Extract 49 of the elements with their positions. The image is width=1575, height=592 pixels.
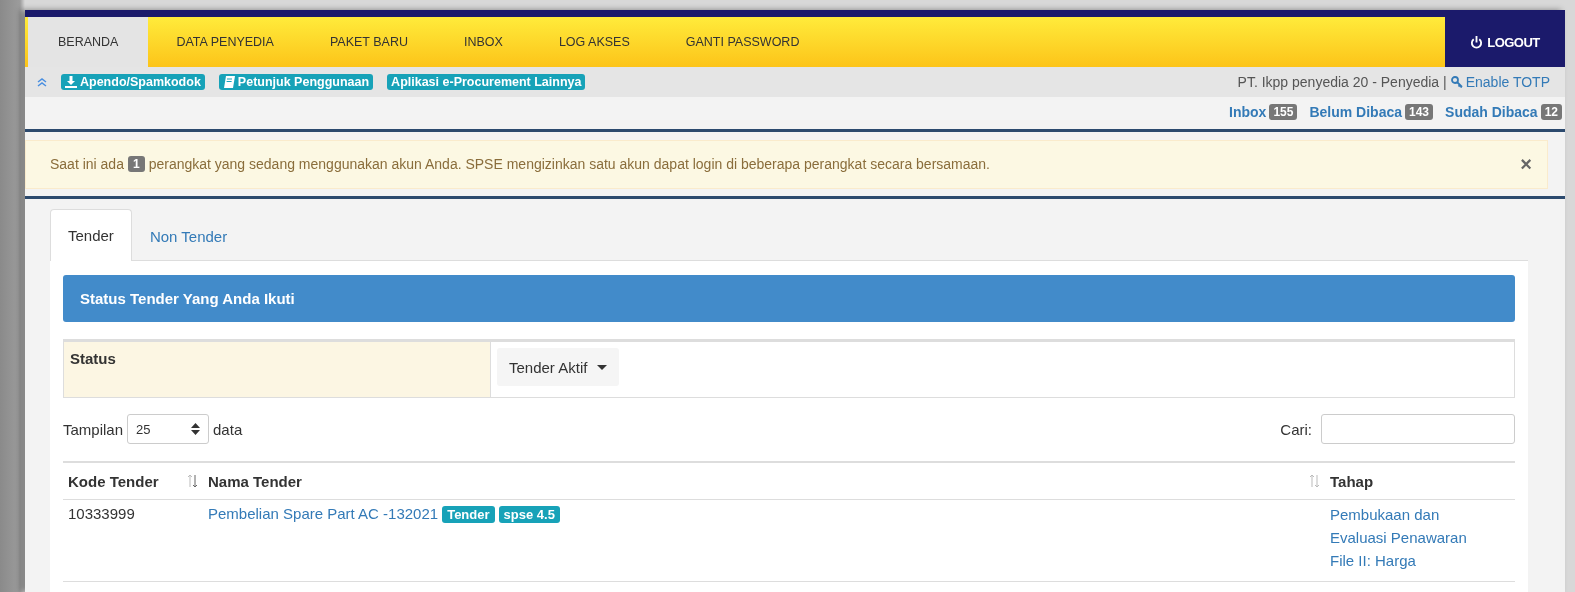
nav-tab[interactable]: GANTI PASSWORD	[657, 17, 828, 67]
toolbar-link[interactable]: Apendo/Spamkodok	[61, 74, 205, 90]
nav-tab[interactable]: LOG AKSES	[530, 17, 658, 67]
table-cell: 10333999	[68, 505, 135, 522]
enable-totp-link[interactable]: Enable TOTP	[1450, 74, 1550, 90]
close-button[interactable]: ×	[1520, 152, 1532, 176]
count-badge: 12	[1540, 104, 1562, 120]
nav-tab[interactable]: PAKET BARU	[301, 17, 436, 67]
search-field[interactable]	[1321, 414, 1515, 444]
logout-button[interactable]: LOGOUT	[1445, 17, 1565, 67]
column-header: Nama Tender	[208, 472, 302, 490]
inbox-link[interactable]: Belum Dibaca 143	[1309, 104, 1434, 120]
collapse-icon	[37, 77, 47, 87]
page-length-select[interactable]: 25	[127, 414, 210, 444]
book-icon	[222, 76, 235, 88]
filter-label: Status	[64, 342, 491, 397]
count-badge: 143	[1405, 104, 1434, 120]
caret-icon	[597, 364, 608, 370]
length-label: Tampilan	[63, 420, 124, 438]
nav-tab[interactable]: DATA PENYEDIA	[148, 17, 302, 67]
spinner-icon	[191, 423, 201, 435]
tender-link[interactable]: Pembelian Spare Part AC -132021	[208, 505, 439, 522]
user-name: PT. Ikpp penyedia 20 - Penyedia |	[1237, 74, 1447, 90]
column-header: Tahap	[1330, 472, 1374, 490]
inbox-link[interactable]: Inbox 155	[1229, 104, 1298, 120]
status-dropdown[interactable]: Tender Aktif	[497, 348, 620, 386]
power-icon	[1470, 35, 1484, 49]
toolbar-link[interactable]: Aplikasi e-Procurement Lainnya	[387, 74, 586, 90]
tag-badge: spse 4.5	[498, 506, 560, 523]
nav-tab[interactable]: BERANDA	[28, 17, 149, 67]
search-label: Cari:	[1280, 420, 1312, 438]
inbox-link[interactable]: Sudah Dibaca 12	[1445, 104, 1562, 120]
sort-icon	[1309, 474, 1320, 488]
column-header: Kode Tender	[68, 472, 159, 490]
panel-header: Status Tender Yang Anda Ikuti	[63, 275, 1515, 322]
tab[interactable]: Non Tender	[131, 210, 246, 261]
nav-tab[interactable]: INBOX	[435, 17, 531, 67]
tag-badge: Tender	[442, 506, 495, 523]
alert-text: Saat ini ada	[50, 156, 124, 172]
count-badge: 155	[1269, 104, 1298, 120]
tab[interactable]: Tender	[50, 209, 132, 261]
stage-link[interactable]: Pembukaan dan Evaluasi Penawaran File II: Harga	[1330, 503, 1490, 572]
key-icon	[1450, 76, 1463, 88]
device-count-badge: 1	[127, 156, 145, 172]
sort-icon	[187, 474, 198, 488]
toolbar-link[interactable]: Petunjuk Penggunaan	[218, 74, 374, 90]
length-label: data	[213, 420, 243, 438]
alert-text: perangkat yang sedang menggunakan akun Anda. SPSE mengizinkan satu akun dapat login di beberapa perangkat secara bersamaan.	[148, 156, 990, 172]
download-icon	[65, 76, 77, 88]
